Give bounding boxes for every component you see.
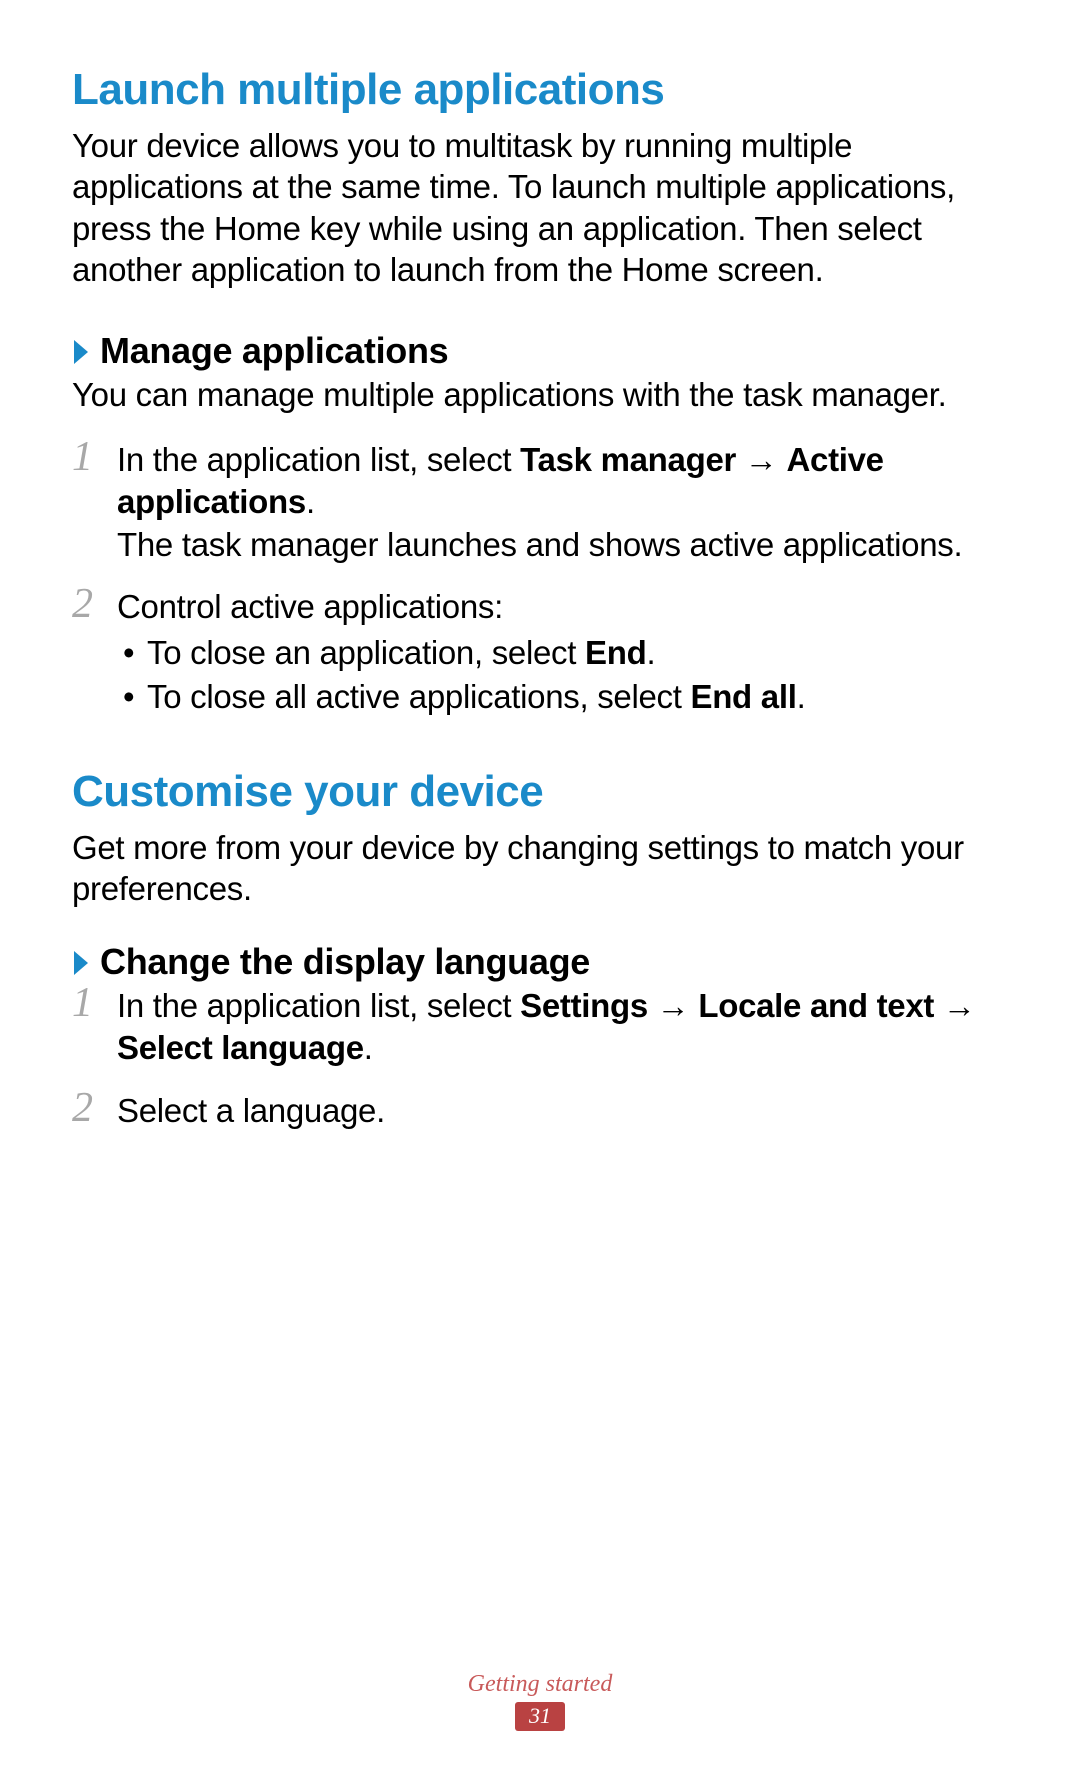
- change-language-steps: 1 In the application list, select Settin…: [72, 985, 1008, 1132]
- step1-line2: The task manager launches and shows acti…: [117, 526, 962, 563]
- arrow-right-icon: →: [648, 987, 698, 1024]
- lang-step2-text: Select a language.: [117, 1092, 385, 1129]
- lang-step1-prefix: In the application list, select: [117, 987, 520, 1024]
- lang-step1-period: .: [364, 1029, 373, 1066]
- step-1-language: 1 In the application list, select Settin…: [72, 985, 1008, 1069]
- step-2-language: 2 Select a language.: [72, 1090, 1008, 1132]
- chevron-right-icon: [72, 949, 92, 977]
- bullet2-period: .: [797, 678, 806, 715]
- bullet1-bold-end: End: [585, 634, 646, 671]
- subheading-manage-apps: Manage applications: [100, 330, 448, 372]
- body-customise: Get more from your device by changing se…: [72, 827, 1008, 910]
- step-number-1b: 1: [72, 977, 93, 1031]
- subheading-change-language: Change the display language: [100, 941, 590, 983]
- bullet1-prefix: To close an application, select: [147, 634, 585, 671]
- bullet-close-all: To close all active applications, select…: [117, 676, 1008, 718]
- manage-apps-steps: 1 In the application list, select Task m…: [72, 439, 1008, 718]
- footer-chapter: Getting started: [0, 1671, 1080, 1698]
- page-footer: Getting started 31: [0, 1671, 1080, 1731]
- lang-step1-settings: Settings: [520, 987, 648, 1024]
- lang-step1-select: Select language: [117, 1029, 364, 1066]
- arrow-right-icon: →: [934, 987, 976, 1024]
- heading-customise: Customise your device: [72, 767, 1008, 817]
- heading-launch-multiple: Launch multiple applications: [72, 65, 1008, 115]
- chevron-right-icon: [72, 338, 92, 366]
- bullet2-prefix: To close all active applications, select: [147, 678, 690, 715]
- control-bullets: To close an application, select End. To …: [117, 632, 1008, 718]
- step1-text-prefix: In the application list, select: [117, 441, 520, 478]
- step1-bold-task-manager: Task manager: [520, 441, 736, 478]
- bullet1-period: .: [646, 634, 655, 671]
- step-2-manage: 2 Control active applications: To close …: [72, 586, 1008, 719]
- lang-step1-locale: Locale and text: [698, 987, 934, 1024]
- step-number-2b: 2: [72, 1082, 93, 1136]
- step-number-2: 2: [72, 578, 93, 632]
- subheading-change-language-row: Change the display language: [72, 941, 1008, 983]
- bullet2-bold-endall: End all: [690, 678, 796, 715]
- bullet-close-one: To close an application, select End.: [117, 632, 1008, 674]
- body-launch-multiple: Your device allows you to multitask by r…: [72, 125, 1008, 290]
- arrow-right-icon: →: [736, 441, 786, 478]
- step1-period: .: [306, 483, 315, 520]
- step-1-manage: 1 In the application list, select Task m…: [72, 439, 1008, 566]
- page-number-badge: 31: [515, 1702, 565, 1731]
- subheading-manage-apps-row: Manage applications: [72, 330, 1008, 372]
- step-number-1: 1: [72, 431, 93, 485]
- step2-text: Control active applications:: [117, 588, 503, 625]
- manage-apps-intro: You can manage multiple applications wit…: [72, 374, 1008, 415]
